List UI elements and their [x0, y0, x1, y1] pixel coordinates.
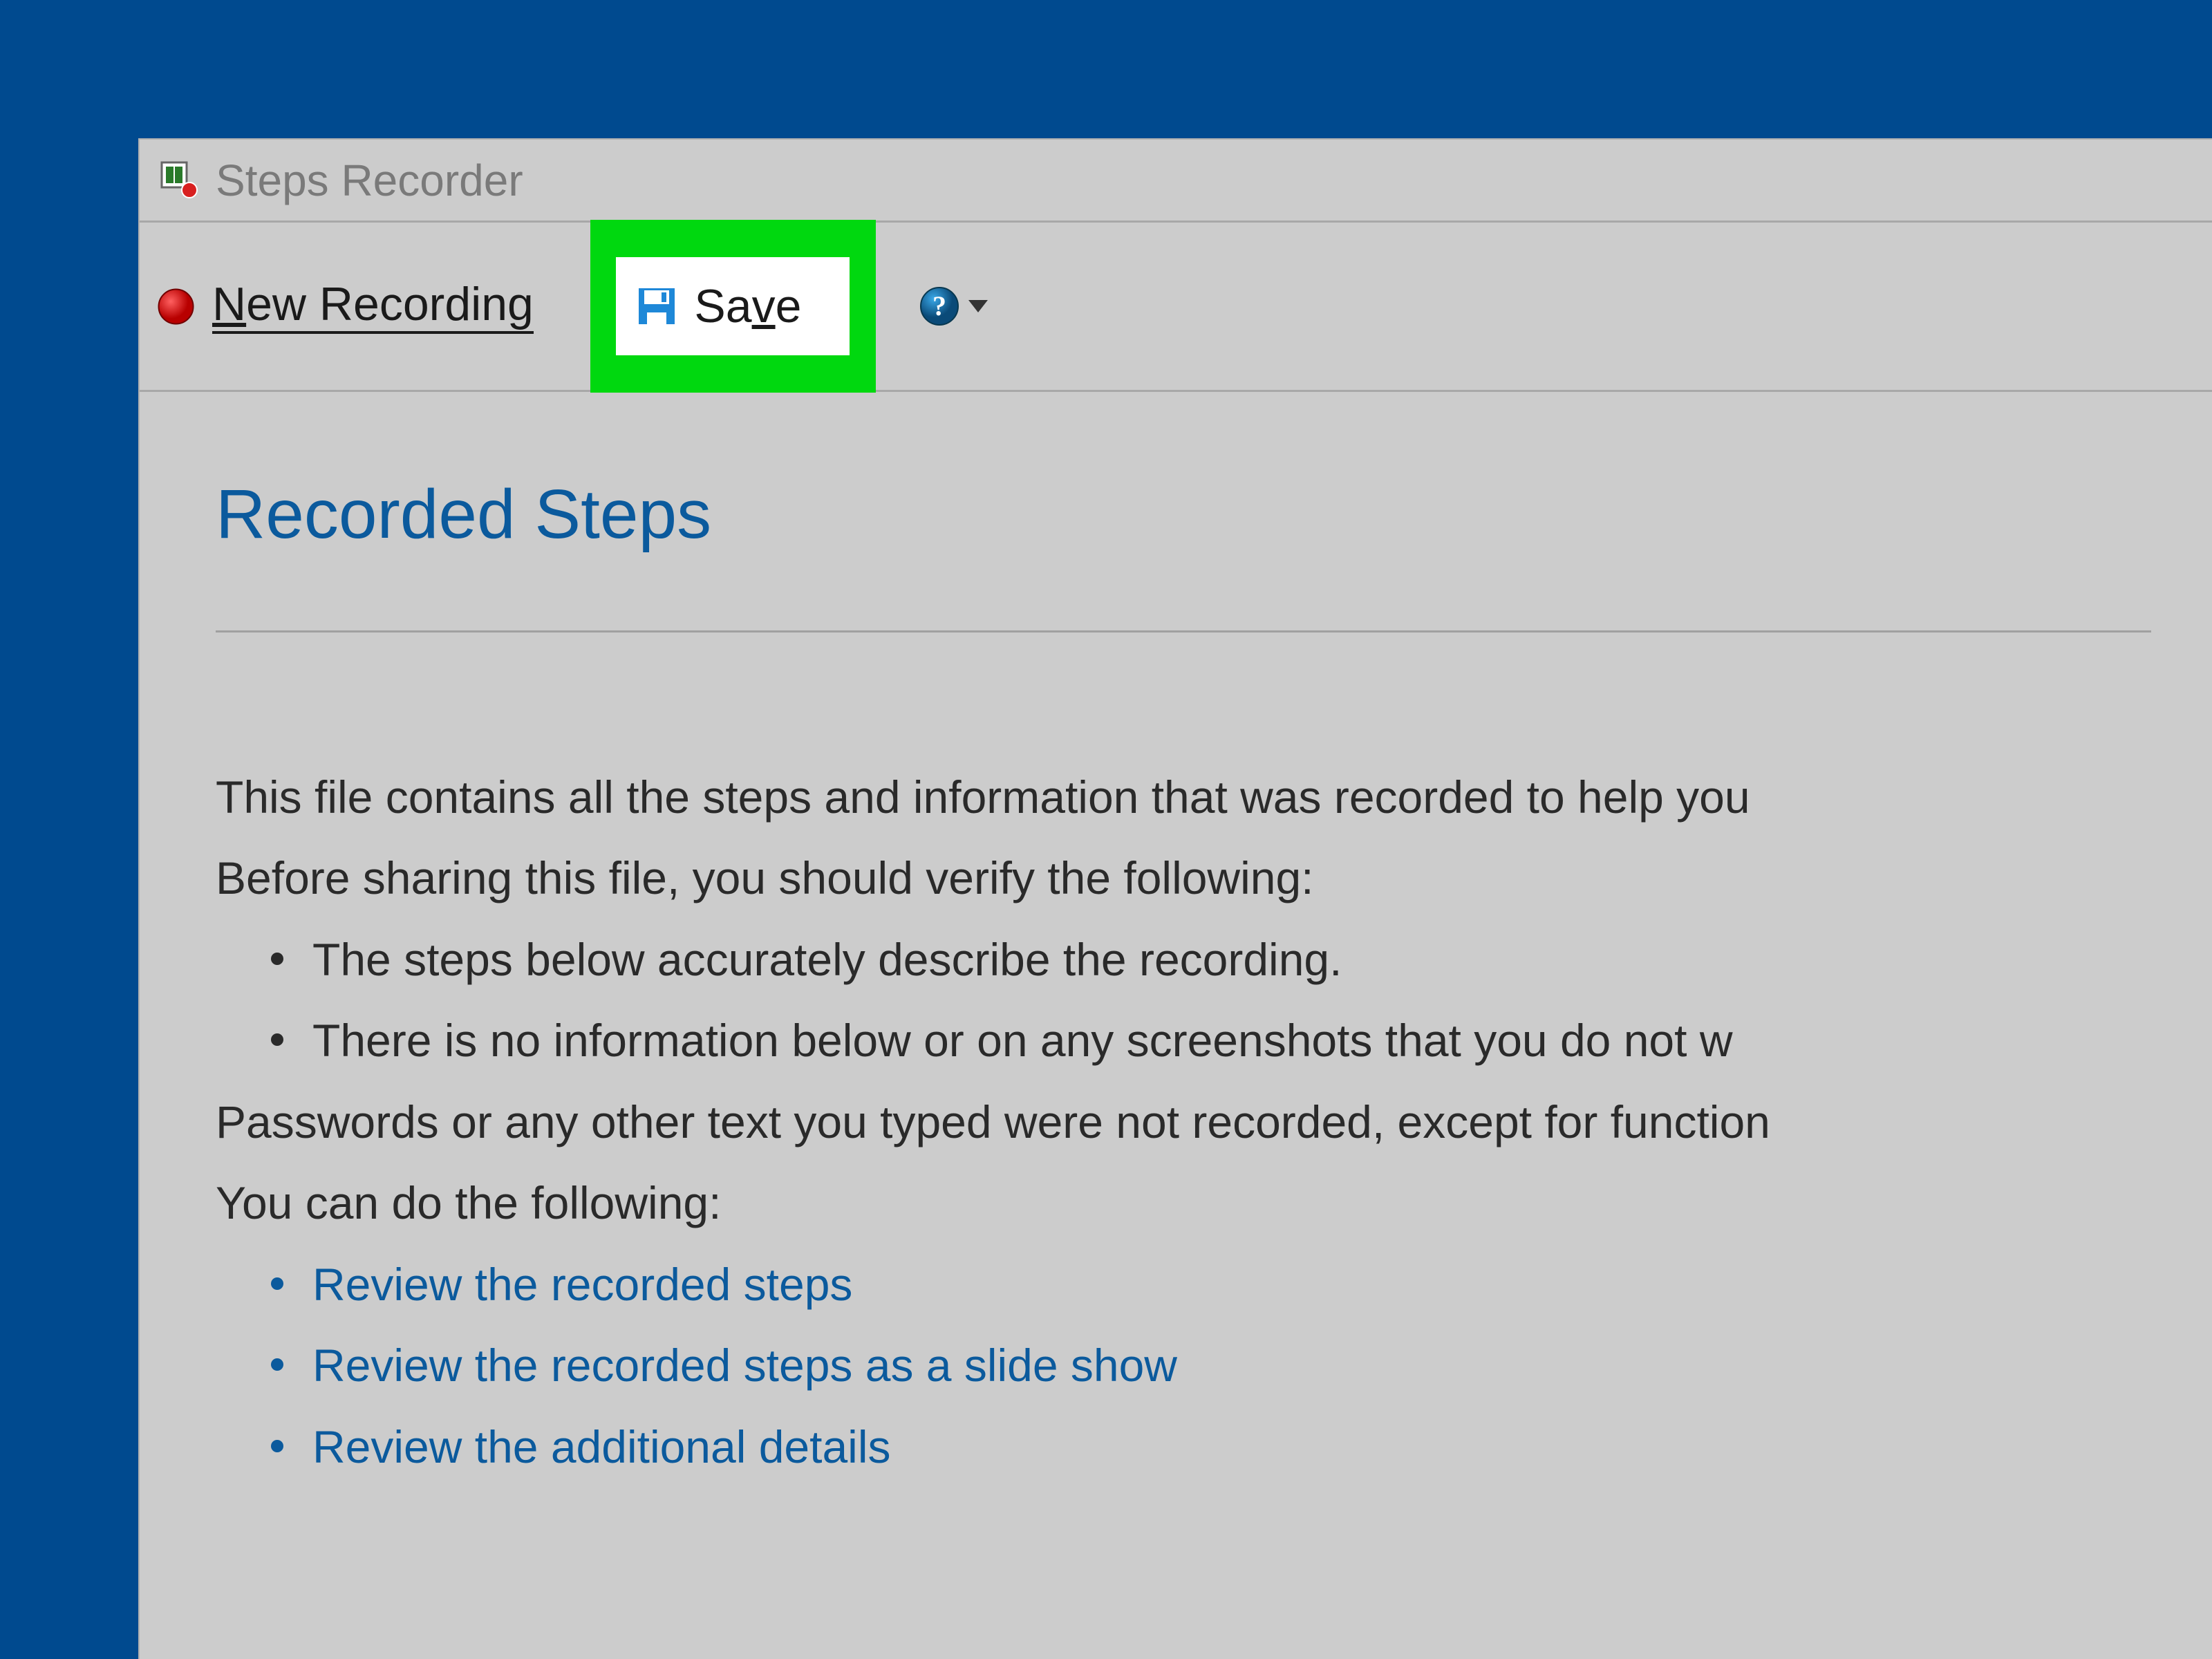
divider	[216, 630, 2151, 632]
content-area: Recorded Steps This file contains all th…	[140, 392, 2212, 1488]
steps-recorder-app-icon	[160, 161, 198, 199]
you-can-do-label: You can do the following:	[216, 1163, 2212, 1244]
save-button-label: Save	[694, 279, 801, 333]
review-details-link[interactable]: Review the additional details	[312, 1421, 891, 1472]
intro-line-2: Before sharing this file, you should ver…	[216, 838, 2212, 919]
titlebar: Steps Recorder	[140, 140, 2212, 223]
review-steps-link[interactable]: Review the recorded steps	[312, 1259, 852, 1310]
help-dropdown[interactable]: ?	[919, 285, 988, 327]
intro-line-1: This file contains all the steps and inf…	[216, 757, 2212, 838]
verify-bullet: There is no information below or on any …	[312, 1000, 2212, 1081]
page-heading: Recorded Steps	[216, 475, 2212, 554]
tutorial-highlight: Save	[590, 220, 876, 393]
save-floppy-icon	[637, 286, 677, 326]
list-item: Review the recorded steps	[312, 1244, 2212, 1325]
list-item: Review the additional details	[312, 1407, 2212, 1488]
svg-text:?: ?	[932, 290, 946, 321]
list-item: Review the recorded steps as a slide sho…	[312, 1325, 2212, 1406]
body-text: This file contains all the steps and inf…	[216, 757, 2212, 1488]
password-note: Passwords or any other text you typed we…	[216, 1082, 2212, 1163]
window-title: Steps Recorder	[216, 155, 523, 206]
save-button[interactable]: Save	[616, 257, 850, 355]
toolbar: New Recording Save	[140, 223, 2212, 392]
chevron-down-icon	[968, 300, 988, 312]
steps-recorder-window: Steps Recorder New Recording	[138, 138, 2212, 1659]
verify-bullet: The steps below accurately describe the …	[312, 919, 2212, 1000]
new-recording-button[interactable]: New Recording	[212, 279, 534, 335]
help-icon: ?	[919, 285, 960, 327]
review-slideshow-link[interactable]: Review the recorded steps as a slide sho…	[312, 1340, 1177, 1391]
record-icon	[157, 288, 195, 326]
